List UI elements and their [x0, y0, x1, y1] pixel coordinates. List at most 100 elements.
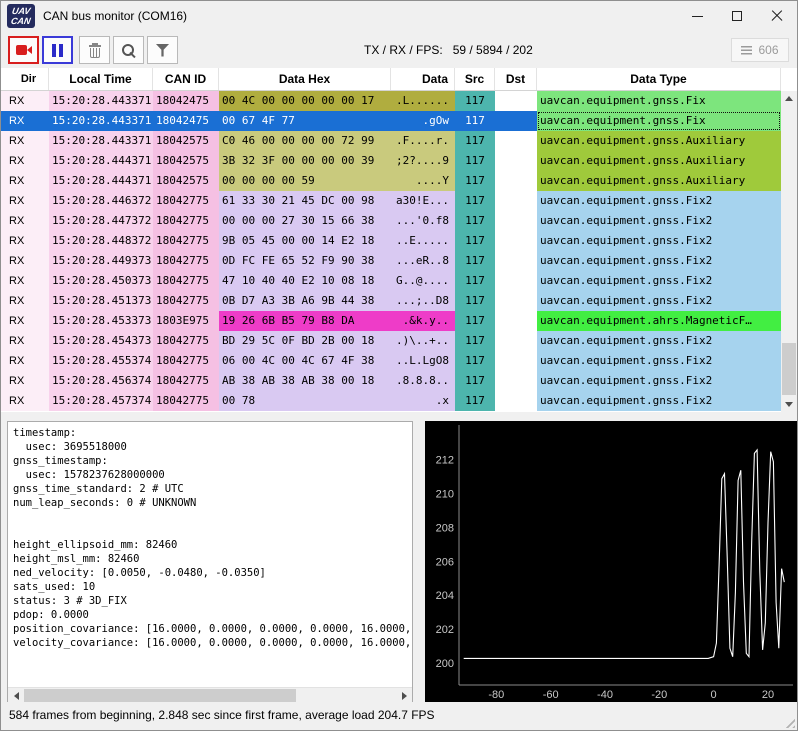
- cell-dst: [495, 231, 537, 251]
- cell-canid: 18042475: [153, 91, 219, 111]
- svg-text:212: 212: [436, 455, 454, 467]
- resize-grip[interactable]: [782, 715, 795, 728]
- clear-button[interactable]: [79, 36, 110, 64]
- svg-text:20: 20: [762, 689, 774, 701]
- column-header-type[interactable]: Data Type: [537, 68, 781, 90]
- cell-ascii: .)\..+..: [391, 331, 455, 351]
- cell-dir: RX: [1, 111, 49, 131]
- cell-src: 117: [455, 231, 495, 251]
- cell-hex: 61 33 30 21 45 DC 00 98: [219, 191, 391, 211]
- cell-dst: [495, 211, 537, 231]
- table-row[interactable]: RX15:20:28.444371180425753B 32 3F 00 00 …: [1, 151, 781, 171]
- table-row[interactable]: RX15:20:28.45437318042775BD 29 5C 0F BD …: [1, 331, 781, 351]
- toolbar: TX / RX / FPS:59 / 5894 / 202 606: [1, 31, 797, 68]
- cell-time: 15:20:28.456374: [49, 371, 153, 391]
- filter-button[interactable]: [147, 36, 178, 64]
- table-row[interactable]: RX15:20:28.4473721804277500 00 00 27 30 …: [1, 211, 781, 231]
- cell-time: 15:20:28.443371: [49, 131, 153, 151]
- record-button[interactable]: [8, 36, 39, 64]
- queue-count-button[interactable]: 606: [731, 38, 789, 62]
- cell-dst: [495, 391, 537, 411]
- cell-dir: RX: [1, 251, 49, 271]
- title-bar[interactable]: UAV CAN CAN bus monitor (COM16): [1, 1, 797, 31]
- plot-panel[interactable]: 200202204206208210212-80-60-40-20020: [425, 421, 797, 704]
- cell-dir: RX: [1, 151, 49, 171]
- frame-table-body: RX15:20:28.4433711804247500 4C 00 00 00 …: [1, 91, 797, 411]
- table-row[interactable]: RX15:20:28.4443711804257500 00 00 00 59.…: [1, 171, 781, 191]
- cell-canid: 18042775: [153, 391, 219, 411]
- table-row[interactable]: RX15:20:28.4433711804247500 67 4F 77.gOw…: [1, 111, 781, 131]
- cell-src: 117: [455, 151, 495, 171]
- scroll-up-button[interactable]: [781, 91, 797, 107]
- window-title: CAN bus monitor (COM16): [43, 1, 187, 31]
- svg-text:-60: -60: [543, 689, 559, 701]
- logo-text-bottom: CAN: [10, 16, 31, 26]
- status-bar: 584 frames from beginning, 2.848 sec sin…: [1, 702, 797, 730]
- cell-ascii: ...'0.f8: [391, 211, 455, 231]
- table-row[interactable]: RX15:20:28.4573741804277500 78.x117uavca…: [1, 391, 781, 411]
- cell-src: 117: [455, 211, 495, 231]
- column-header-dir[interactable]: Dir: [1, 68, 49, 90]
- cell-type: uavcan.equipment.gnss.Fix: [537, 111, 781, 131]
- scroll-down-button[interactable]: [781, 396, 797, 412]
- column-header-dst[interactable]: Dst: [495, 68, 537, 90]
- table-row[interactable]: RX15:20:28.4503731804277547 10 40 40 E2 …: [1, 271, 781, 291]
- cell-ascii: G..@....: [391, 271, 455, 291]
- table-row[interactable]: RX15:20:28.4463721804277561 33 30 21 45 …: [1, 191, 781, 211]
- close-button[interactable]: [757, 1, 797, 31]
- table-row[interactable]: RX15:20:28.4533731803E97519 26 6B B5 79 …: [1, 311, 781, 331]
- column-header-time[interactable]: Local Time: [49, 68, 153, 90]
- cell-dir: RX: [1, 371, 49, 391]
- cell-type: uavcan.equipment.gnss.Auxiliary: [537, 131, 781, 151]
- decoded-horizontal-scrollbar[interactable]: [8, 687, 412, 703]
- horizontal-scroll-thumb[interactable]: [24, 689, 296, 703]
- svg-text:-80: -80: [488, 689, 504, 701]
- cell-dst: [495, 151, 537, 171]
- cell-canid: 18042775: [153, 331, 219, 351]
- svg-text:200: 200: [436, 658, 454, 670]
- traffic-stats-label: TX / RX / FPS:: [364, 43, 443, 57]
- decoded-message-text: timestamp: usec: 3695518000 gnss_timesta…: [13, 426, 411, 686]
- table-row[interactable]: RX15:20:28.44337118042575C0 46 00 00 00 …: [1, 131, 781, 151]
- cell-dst: [495, 291, 537, 311]
- cell-src: 117: [455, 391, 495, 411]
- cell-type: uavcan.equipment.gnss.Fix2: [537, 331, 781, 351]
- column-header-hex[interactable]: Data Hex: [219, 68, 391, 90]
- column-header-ascii[interactable]: Data ASCII: [391, 68, 455, 90]
- list-icon: [741, 46, 752, 55]
- column-header-src[interactable]: Src: [455, 68, 495, 90]
- table-vertical-scrollbar[interactable]: [781, 91, 797, 412]
- maximize-button[interactable]: [717, 1, 757, 31]
- cell-hex: 00 00 00 00 59: [219, 171, 391, 191]
- cell-hex: C0 46 00 00 00 00 72 99: [219, 131, 391, 151]
- cell-canid: 18042775: [153, 371, 219, 391]
- minimize-button[interactable]: [677, 1, 717, 31]
- cell-dir: RX: [1, 231, 49, 251]
- cell-dir: RX: [1, 291, 49, 311]
- cell-dst: [495, 171, 537, 191]
- svg-text:0: 0: [711, 689, 717, 701]
- cell-time: 15:20:28.449373: [49, 251, 153, 271]
- cell-src: 117: [455, 371, 495, 391]
- arrow-left-icon: [14, 692, 19, 700]
- pause-button[interactable]: [42, 36, 73, 64]
- table-row[interactable]: RX15:20:28.4553741804277506 00 4C 00 4C …: [1, 351, 781, 371]
- table-row[interactable]: RX15:20:28.45637418042775AB 38 AB 38 AB …: [1, 371, 781, 391]
- cell-canid: 1803E975: [153, 311, 219, 331]
- table-row[interactable]: RX15:20:28.451373180427750B D7 A3 3B A6 …: [1, 291, 781, 311]
- cell-time: 15:20:28.446372: [49, 191, 153, 211]
- table-row[interactable]: RX15:20:28.449373180427750D FC FE 65 52 …: [1, 251, 781, 271]
- cell-hex: AB 38 AB 38 AB 38 00 18: [219, 371, 391, 391]
- cell-dir: RX: [1, 91, 49, 111]
- cell-ascii: .&k.y..: [391, 311, 455, 331]
- cell-src: 117: [455, 291, 495, 311]
- table-row[interactable]: RX15:20:28.448372180427759B 05 45 00 00 …: [1, 231, 781, 251]
- cell-src: 117: [455, 251, 495, 271]
- vertical-scroll-thumb[interactable]: [782, 343, 796, 395]
- table-row[interactable]: RX15:20:28.4433711804247500 4C 00 00 00 …: [1, 91, 781, 111]
- close-icon: [771, 10, 783, 22]
- cell-ascii: ...eR..8: [391, 251, 455, 271]
- search-button[interactable]: [113, 36, 144, 64]
- cell-dst: [495, 371, 537, 391]
- column-header-canid[interactable]: CAN ID: [153, 68, 219, 90]
